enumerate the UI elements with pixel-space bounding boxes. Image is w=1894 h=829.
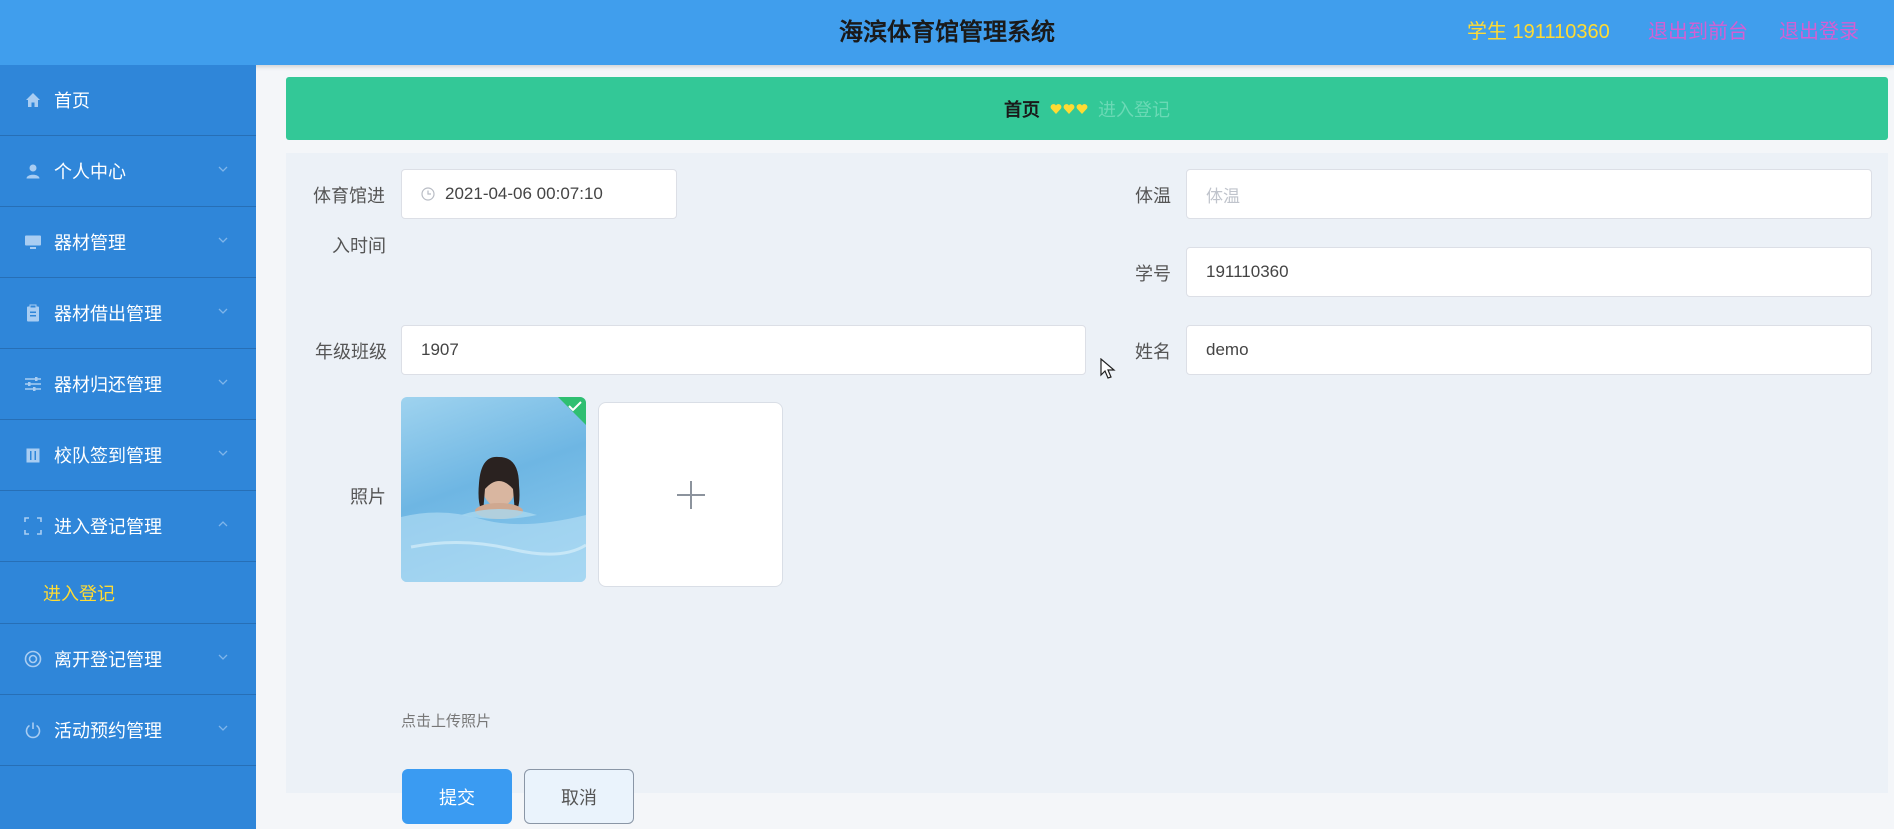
breadcrumb-current: 进入登记 bbox=[1098, 99, 1170, 120]
class-input[interactable]: 1907 bbox=[401, 325, 1086, 375]
sidebar-item-leave-registration[interactable]: 离开登记管理 bbox=[0, 624, 256, 695]
sidebar-item-home[interactable]: 首页 bbox=[0, 65, 256, 136]
breadcrumb: 首页 进入登记 bbox=[286, 77, 1888, 140]
uploaded-photo[interactable] bbox=[401, 397, 586, 582]
chevron-down-icon bbox=[218, 166, 228, 172]
upload-hint: 点击上传照片 bbox=[401, 713, 492, 730]
top-header: 海滨体育馆管理系统 学生 191110360 退出到前台 退出登录 bbox=[0, 0, 1894, 65]
user-icon bbox=[23, 161, 43, 181]
name-input[interactable]: demo bbox=[1186, 325, 1872, 375]
temperature-input[interactable]: 体温 bbox=[1186, 169, 1872, 219]
swimmer-image bbox=[401, 397, 586, 582]
logout-link[interactable]: 退出登录 bbox=[1779, 15, 1859, 44]
sidebar-subitem-entry-register[interactable]: 进入登记 bbox=[0, 562, 256, 624]
chevron-down-icon bbox=[218, 725, 228, 731]
chevron-down-icon bbox=[218, 237, 228, 243]
lifebuoy-icon bbox=[23, 649, 43, 669]
clipboard-icon bbox=[23, 303, 43, 323]
breadcrumb-home[interactable]: 首页 bbox=[1004, 96, 1040, 122]
entry-time-label-cont: 入时间 bbox=[332, 236, 386, 256]
clock-icon bbox=[421, 187, 435, 201]
scan-icon bbox=[23, 516, 43, 536]
sidebar-item-entry-registration[interactable]: 进入登记管理 bbox=[0, 491, 256, 562]
class-label: 年级班级 bbox=[315, 342, 387, 362]
chevron-up-icon bbox=[218, 521, 228, 527]
home-icon bbox=[23, 90, 43, 110]
sidebar-item-label: 个人中心 bbox=[54, 162, 126, 182]
monitor-icon bbox=[23, 232, 43, 252]
building-icon bbox=[23, 445, 43, 465]
sidebar-item-equipment-return[interactable]: 器材归还管理 bbox=[0, 349, 256, 420]
entry-time-picker[interactable]: 2021-04-06 00:07:10 bbox=[401, 169, 677, 219]
sidebar-item-activity-booking[interactable]: 活动预约管理 bbox=[0, 695, 256, 766]
chevron-down-icon bbox=[218, 379, 228, 385]
cancel-button[interactable]: 取消 bbox=[524, 769, 634, 824]
photo-upload-button[interactable] bbox=[598, 402, 783, 587]
sidebar-item-label: 进入登记管理 bbox=[54, 517, 162, 537]
entry-form: 体育馆进 入时间 2021-04-06 00:07:10 体温 体温 学号 19… bbox=[286, 153, 1888, 824]
entry-time-label: 体育馆进 bbox=[313, 186, 385, 206]
sidebar: 首页 个人中心 器材管理 器材借出管理 器材归还管理 校队签到管理 进入登记管理… bbox=[0, 65, 256, 829]
sidebar-item-label: 首页 bbox=[54, 91, 90, 111]
back-to-front-link[interactable]: 退出到前台 bbox=[1648, 15, 1748, 44]
student-id-label: 学号 bbox=[1135, 264, 1171, 284]
submit-button[interactable]: 提交 bbox=[402, 769, 512, 824]
sidebar-item-label: 校队签到管理 bbox=[54, 446, 162, 466]
hearts-separator-icon bbox=[1050, 103, 1088, 115]
sidebar-item-label: 离开登记管理 bbox=[54, 650, 162, 670]
student-id-input[interactable]: 191110360 bbox=[1186, 247, 1872, 297]
chevron-down-icon bbox=[218, 450, 228, 456]
photo-label: 照片 bbox=[350, 487, 386, 507]
main-content: 首页 进入登记 体育馆进 入时间 2021-04-06 00:07:10 体温 … bbox=[286, 77, 1888, 824]
sidebar-item-label: 器材借出管理 bbox=[54, 304, 162, 324]
sidebar-item-label: 器材管理 bbox=[54, 233, 126, 253]
sidebar-item-equipment-lending[interactable]: 器材借出管理 bbox=[0, 278, 256, 349]
sidebar-item-label: 活动预约管理 bbox=[54, 721, 162, 741]
power-icon bbox=[23, 720, 43, 740]
sidebar-item-team-signin[interactable]: 校队签到管理 bbox=[0, 420, 256, 491]
mouse-cursor-icon bbox=[1100, 358, 1116, 379]
chevron-down-icon bbox=[218, 654, 228, 660]
sidebar-item-label: 器材归还管理 bbox=[54, 375, 162, 395]
sidebar-item-equipment[interactable]: 器材管理 bbox=[0, 207, 256, 278]
name-label: 姓名 bbox=[1135, 342, 1171, 362]
entry-time-value: 2021-04-06 00:07:10 bbox=[445, 184, 603, 203]
temperature-label: 体温 bbox=[1135, 186, 1171, 206]
plus-icon bbox=[676, 480, 705, 509]
sliders-icon bbox=[23, 374, 43, 394]
sidebar-item-personal-center[interactable]: 个人中心 bbox=[0, 136, 256, 207]
user-info: 学生 191110360 bbox=[1467, 21, 1610, 43]
chevron-down-icon bbox=[218, 308, 228, 314]
